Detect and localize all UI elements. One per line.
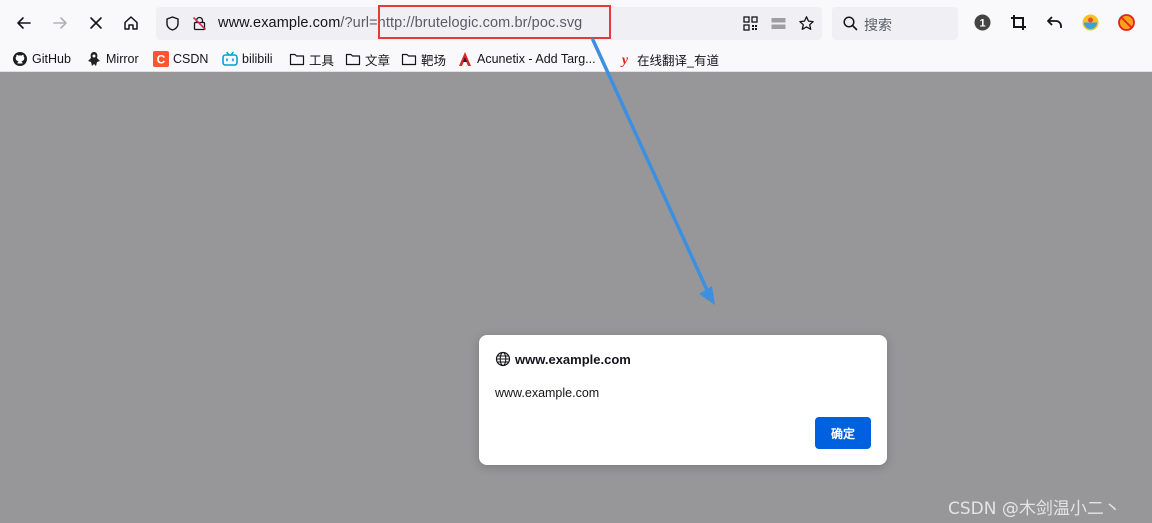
folder-icon: [345, 51, 361, 67]
bookmark-acunetix[interactable]: Acunetix - Add Targ...: [457, 50, 596, 68]
bookmark-label: GitHub: [32, 52, 71, 66]
bookmark-folder-articles[interactable]: 文章: [345, 50, 390, 68]
crop-icon[interactable]: [1008, 12, 1028, 32]
close-icon: [90, 17, 102, 29]
home-icon: [124, 16, 138, 30]
dialog-message: www.example.com: [495, 386, 600, 400]
forward-button[interactable]: [46, 9, 74, 37]
shield-icon[interactable]: [164, 15, 181, 32]
youdao-icon: y: [617, 51, 633, 67]
svg-text:C: C: [157, 53, 166, 67]
bilibili-icon: [222, 51, 238, 67]
bookmark-label: 在线翻译_有道: [637, 53, 719, 68]
bookmark-label: Acunetix - Add Targ...: [477, 52, 596, 66]
dialog-title: www.example.com: [515, 351, 631, 367]
url-bar[interactable]: www.example.com/?url=http://brutelogic.c…: [156, 5, 822, 40]
bookmark-label: CSDN: [173, 52, 209, 66]
bookmark-csdn[interactable]: C CSDN: [153, 50, 208, 68]
blocked-extension-icon[interactable]: [1116, 12, 1136, 32]
github-icon: [12, 51, 28, 67]
notification-count: 1: [979, 17, 985, 29]
bookmark-label: 靶场: [421, 53, 447, 68]
globe-icon: [495, 351, 511, 367]
search-icon: [843, 16, 858, 31]
arrow-right-icon: [53, 17, 67, 29]
bookmark-folder-tools[interactable]: 工具: [289, 50, 334, 68]
svg-text:y: y: [620, 53, 629, 67]
extension-shield-icon[interactable]: [1080, 12, 1100, 32]
url-host: www.example.com: [218, 15, 341, 31]
ok-button[interactable]: 确定: [815, 417, 871, 449]
undo-icon[interactable]: [1044, 12, 1064, 32]
search-placeholder: 搜索: [864, 17, 892, 33]
reader-view-icon[interactable]: [770, 15, 787, 32]
arrow-left-icon: [17, 17, 31, 29]
folder-icon: [401, 51, 417, 67]
qr-code-icon[interactable]: [742, 15, 759, 32]
search-box[interactable]: 搜索: [832, 7, 958, 40]
url-path: /?url=: [340, 15, 378, 31]
browser-toolbar: www.example.com/?url=http://brutelogic.c…: [0, 0, 1152, 46]
bookmark-star-icon[interactable]: [798, 15, 815, 32]
back-button[interactable]: [10, 9, 38, 37]
mirror-icon: [86, 51, 102, 67]
home-button[interactable]: [117, 9, 145, 37]
bookmark-mirror[interactable]: Mirror: [86, 50, 139, 68]
stop-button[interactable]: [82, 9, 110, 37]
bookmark-bilibili[interactable]: bilibili: [222, 50, 273, 68]
bookmark-label: bilibili: [242, 52, 273, 66]
bookmark-label: Mirror: [106, 52, 139, 66]
bookmark-github[interactable]: GitHub: [12, 50, 71, 68]
alert-dialog: www.example.com www.example.com 确定: [479, 335, 887, 465]
bookmarks-bar: GitHub Mirror C CSDN bilibili 工具 文章 靶场 A…: [0, 46, 1152, 72]
bookmark-label: 工具: [309, 53, 335, 68]
bookmark-youdao[interactable]: y 在线翻译_有道: [617, 50, 719, 68]
acunetix-icon: [457, 51, 473, 67]
folder-icon: [289, 51, 305, 67]
notification-badge-icon[interactable]: 1: [972, 12, 992, 32]
watermark: CSDN @木剑温小二丶: [948, 499, 1121, 519]
dialog-header: www.example.com: [495, 351, 631, 367]
bookmark-folder-range[interactable]: 靶场: [401, 50, 446, 68]
insecure-lock-icon[interactable]: [191, 15, 208, 32]
bookmark-label: 文章: [365, 53, 391, 68]
csdn-icon: C: [153, 51, 169, 67]
annotation-highlight-box: [378, 5, 611, 39]
